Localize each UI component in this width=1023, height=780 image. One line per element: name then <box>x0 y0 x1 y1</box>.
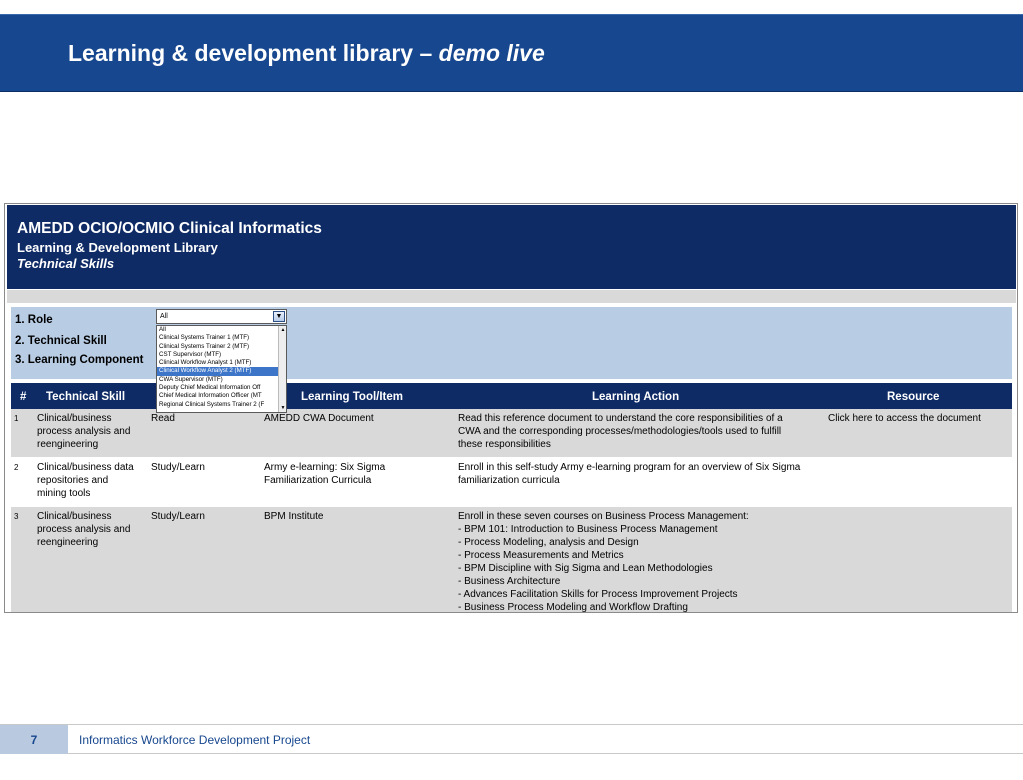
table-row: 1 Clinical/business process analysis and re… <box>11 409 1012 457</box>
role-option[interactable]: Chief Medical Information Officer (MT <box>157 392 279 400</box>
slide-header: Learning & development library – demo li… <box>0 14 1023 92</box>
banner-org-title: AMEDD OCIO/OCMIO Clinical Informatics <box>17 220 322 237</box>
slide-title-italic: demo live <box>438 40 545 66</box>
separator-strip <box>7 290 1016 303</box>
slide-title: Learning & development library – demo li… <box>68 40 545 67</box>
resource-link[interactable]: Click here to access the document <box>828 412 981 425</box>
role-dropdown-list[interactable]: All Clinical Systems Trainer 1 (MTF) Clini… <box>156 325 287 413</box>
learning-action-cell: Enroll in this self-study Army e-learnin… <box>458 462 801 486</box>
learning-component-label: 3. Learning Component <box>15 354 144 366</box>
role-option[interactable]: Clinical Workflow Analyst 2 (MTF) <box>157 367 279 376</box>
page-number-box: 7 <box>0 725 68 754</box>
library-banner: AMEDD OCIO/OCMIO Clinical Informatics Le… <box>7 205 1016 289</box>
header-resource: Resource <box>887 391 940 403</box>
scroll-up-icon[interactable]: ▲ <box>279 326 286 334</box>
library-screenshot: AMEDD OCIO/OCMIO Clinical Informatics Le… <box>4 203 1018 613</box>
role-option[interactable]: All <box>157 326 279 334</box>
technical-skill-label: 2. Technical Skill <box>15 335 107 347</box>
learning-component-cell: Read <box>151 413 175 424</box>
role-option[interactable]: Deputy Chief Medical Information Off <box>157 384 279 392</box>
slide-title-main: Learning & development library – <box>68 40 439 66</box>
role-dropdown[interactable]: All ▼ <box>156 309 287 324</box>
role-option[interactable]: Clinical Systems Trainer 1 (MTF) <box>157 334 279 342</box>
learning-action-cell: Read this reference document to understa… <box>458 413 783 450</box>
page-number: 7 <box>30 733 38 747</box>
row-number: 1 <box>14 414 19 423</box>
header-technical-skill: Technical Skill <box>46 391 126 403</box>
chevron-down-icon[interactable]: ▼ <box>273 311 285 322</box>
role-option[interactable]: Clinical Workflow Analyst 1 (MTF) <box>157 359 279 367</box>
header-learning-tool: Learning Tool/Item <box>301 391 404 403</box>
technical-skill-cell: Clinical/business process analysis and ree… <box>37 413 131 450</box>
dropdown-scrollbar[interactable]: ▲ ▼ <box>278 326 286 412</box>
role-option[interactable]: CST Supervisor (MTF) <box>157 351 279 359</box>
role-option[interactable]: Clinical Systems Trainer 2 (MTF) <box>157 343 279 351</box>
learning-component-cell: Study/Learn <box>151 511 205 522</box>
role-label: 1. Role <box>15 314 53 326</box>
row-number: 2 <box>14 463 19 472</box>
role-dropdown-value: All <box>160 313 168 320</box>
role-option[interactable]: CWA Supervisor (MTF) <box>157 376 279 384</box>
banner-section-title: Technical Skills <box>17 256 115 271</box>
learning-tool-cell: BPM Institute <box>264 511 324 522</box>
banner-library-title: Learning & Development Library <box>17 240 218 255</box>
technical-skill-cell: Clinical/business process analysis and ree… <box>37 511 131 548</box>
slide-footer: 7 Informatics Workforce Development Proj… <box>0 724 1023 754</box>
header-number: # <box>20 391 27 403</box>
technical-skill-cell: Clinical/business data repositories and mi… <box>37 462 134 499</box>
table-row: 2 Clinical/business data repositories and m… <box>11 458 1012 506</box>
learning-action-cell: Enroll in these seven courses on Busines… <box>458 511 749 613</box>
table-row: 3 Clinical/business process analysis and re… <box>11 507 1012 612</box>
learning-tool-cell: Army e-learning: Six Sigma Familiarizatio… <box>264 462 386 486</box>
scroll-down-icon[interactable]: ▼ <box>279 404 286 412</box>
role-option[interactable]: Regional Clinical Systems Trainer 2 (F <box>157 401 279 409</box>
footer-project-name: Informatics Workforce Development Projec… <box>79 733 311 747</box>
learning-component-cell: Study/Learn <box>151 462 205 473</box>
learning-tool-cell: AMEDD CWA Document <box>264 413 374 424</box>
header-learning-action: Learning Action <box>592 391 680 403</box>
row-number: 3 <box>14 512 19 521</box>
